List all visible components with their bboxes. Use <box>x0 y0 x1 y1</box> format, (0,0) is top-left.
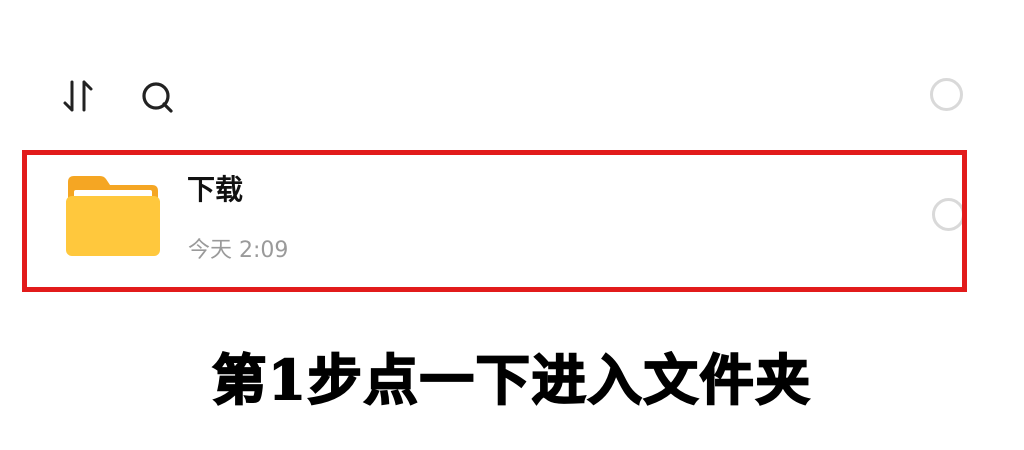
select-all-checkbox[interactable] <box>930 78 963 111</box>
file-manager-screen: 下载 今天 2:09 第1步点一下进入文件夹 <box>0 0 1024 450</box>
highlight-annotation-box <box>22 150 967 292</box>
toolbar <box>0 60 1024 132</box>
instruction-caption: 第1步点一下进入文件夹 <box>211 347 812 413</box>
search-icon[interactable] <box>138 78 178 118</box>
sort-icon[interactable] <box>60 76 100 116</box>
